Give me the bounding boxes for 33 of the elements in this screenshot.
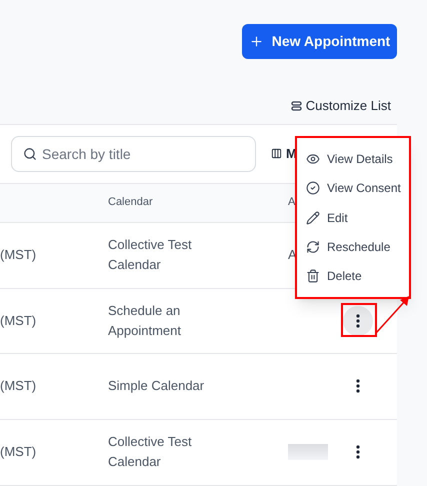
menu-item[interactable]: Delete [297, 262, 409, 292]
menu-item[interactable]: Reschedule [297, 232, 409, 262]
search-icon [23, 146, 37, 160]
pencil-icon [306, 210, 320, 225]
trash-icon [306, 269, 320, 284]
check-circle-icon [306, 181, 320, 196]
columns-icon [271, 148, 282, 159]
eye-icon [306, 152, 320, 166]
new-appointment-button[interactable]: New Appointment [242, 24, 397, 59]
plus-icon [248, 34, 264, 49]
table-cell: Collective Test Calendar [108, 237, 192, 272]
blurred-cell [288, 444, 328, 460]
more-button[interactable] [343, 306, 373, 336]
search-field[interactable]: Search by title [11, 136, 256, 172]
customize-list-button[interactable]: Customize List [290, 96, 391, 116]
table-cell: Collective Test Calendar [108, 434, 192, 469]
kebab-icon [356, 314, 360, 328]
menu-item[interactable]: Edit [297, 202, 409, 232]
refresh-icon [306, 240, 320, 254]
table-cell: (MST) [0, 312, 36, 328]
menu-item[interactable]: View Details [297, 144, 409, 174]
table-cell: (MST) [0, 444, 36, 460]
toggle-icon [290, 100, 302, 111]
menu-item[interactable]: View Consent [297, 173, 409, 203]
kebab-icon [356, 445, 360, 459]
kebab-icon [356, 379, 360, 393]
table-cell: Schedule an Appointment [108, 302, 181, 338]
column-header: A [288, 196, 296, 208]
table-cell: (MST) [0, 378, 36, 394]
column-header: Calendar [108, 196, 153, 208]
highlight-box [341, 303, 377, 337]
table-cell: Simple Calendar [108, 378, 204, 393]
table-cell: (MST) [0, 247, 36, 262]
